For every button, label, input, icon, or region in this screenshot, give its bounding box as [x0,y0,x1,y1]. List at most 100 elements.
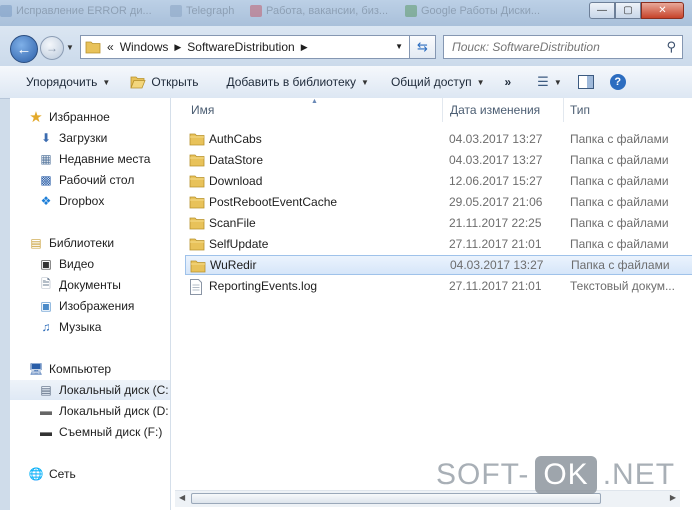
navigation-bar: ← → ▼ « Windows ▶ SoftwareDistribution ▶… [0,26,692,66]
table-row[interactable]: DataStore 04.03.2017 13:27 Папка с файлами [185,150,692,170]
file-date: 27.11.2017 21:01 [449,279,542,293]
forward-button[interactable]: → [40,36,64,60]
search-box[interactable]: ⚲ [443,35,683,59]
file-name[interactable]: ReportingEvents.log [209,279,317,293]
file-name[interactable]: SelfUpdate [209,237,268,251]
file-name[interactable]: Download [209,174,262,188]
table-row[interactable]: Download 12.06.2017 15:27 Папка с файлами [185,171,692,191]
minimize-button[interactable]: — [589,2,615,19]
view-options-button[interactable]: ☰ ▼ [529,70,570,94]
scroll-left-icon[interactable]: ◀ [179,493,185,502]
column-header-type[interactable]: Тип [564,98,692,122]
folder-icon [189,237,205,254]
nav-item-dropbox[interactable]: ❖ Dropbox [38,191,170,211]
file-type: Папка с файлами [570,132,669,146]
maximize-button[interactable]: ▢ [615,2,641,19]
folder-icon [189,174,205,191]
table-row[interactable]: AuthCabs 04.03.2017 13:27 Папка с файлами [185,129,692,149]
text-file-icon [189,279,203,298]
search-input[interactable] [450,39,664,55]
nav-item-pictures[interactable]: ▣ Изображения [38,296,170,316]
preview-pane-button[interactable] [570,70,602,94]
table-row[interactable]: SelfUpdate 27.11.2017 21:01 Папка с файлам… [185,234,692,254]
table-row[interactable]: PostRebootEventCache 29.05.2017 21:06 Папк… [185,192,692,212]
address-bar[interactable]: « Windows ▶ SoftwareDistribution ▶ ▼ [80,35,410,59]
navigation-pane: ★ Избранное ⬇ Загрузки ▦ Недавние места … [10,98,171,510]
breadcrumb-windows[interactable]: Windows [120,40,169,54]
background-tab[interactable]: Google Работы Диски... [405,3,555,19]
background-tab[interactable]: Исправление ERROR ди... [0,3,160,19]
nav-item-label: Dropbox [59,194,105,208]
tab-icon [170,5,182,17]
nav-item-desktop[interactable]: ▩ Рабочий стол [38,170,170,190]
title-bar: Исправление ERROR ди... Telegraph Работа… [0,0,692,26]
file-name[interactable]: WuRedir [210,258,256,272]
organize-label: Упорядочить [26,75,98,89]
background-tab[interactable]: Telegraph [170,3,245,19]
chevron-down-icon: ▼ [102,77,111,87]
nav-item-local-disk-d[interactable]: ▬ Локальный диск (D: [38,401,170,421]
star-icon: ★ [29,109,43,126]
column-header-date[interactable]: Дата изменения [444,98,564,122]
table-row[interactable]: WuRedir 04.03.2017 13:27 Папка с файлами [185,255,692,275]
nav-libraries-label: Библиотеки [49,236,115,250]
file-type: Папка с файлами [570,195,669,209]
open-button[interactable]: Открыть [122,70,206,94]
file-name[interactable]: ScanFile [209,216,256,230]
arrow-right-icon: → [46,41,58,55]
network-icon: 🌐 [28,467,44,481]
file-list: ▲ Имя Дата изменения Тип AuthCabs 04.03.2… [171,98,692,510]
help-icon: ? [609,74,626,90]
nav-network[interactable]: 🌐 Сеть [28,464,170,484]
column-headers: ▲ Имя Дата изменения Тип [171,98,692,122]
more-commands-button[interactable]: » [496,70,519,94]
nav-libraries[interactable]: ▤ Библиотеки [28,233,170,253]
share-label: Общий доступ [390,75,472,89]
nav-favorites[interactable]: ★ Избранное [28,107,170,127]
add-to-library-button[interactable]: Добавить в библиотеку ▼ [218,70,376,94]
column-header-name[interactable]: Имя [185,98,443,122]
nav-computer-label: Компьютер [49,362,112,376]
help-button[interactable]: ? [602,70,634,94]
computer-icon: 🖥 [28,362,44,376]
share-button[interactable]: Общий доступ ▼ [383,70,493,94]
scroll-right-icon[interactable]: ▶ [670,493,676,502]
nav-item-label: Документы [59,278,121,292]
nav-item-label: Недавние места [59,152,151,166]
chevron-right-icon[interactable]: ▶ [174,42,181,53]
system-drive-icon: ▤ [40,383,52,397]
scrollbar-thumb[interactable] [191,493,601,504]
organize-button[interactable]: Упорядочить ▼ [18,70,118,94]
nav-item-recent-places[interactable]: ▦ Недавние места [38,149,170,169]
address-dropdown-icon[interactable]: ▼ [395,42,403,51]
back-button[interactable]: ← [10,35,38,63]
watermark-middle: OK [535,456,597,494]
file-date: 27.11.2017 21:01 [449,237,542,251]
nav-computer[interactable]: 🖥 Компьютер [28,359,170,379]
nav-item-label: Локальный диск (C: [59,383,169,397]
search-icon[interactable]: ⚲ [666,39,676,55]
nav-item-removable-disk-f[interactable]: ▬ Съемный диск (F:) [38,422,170,442]
background-tab[interactable]: Работа, вакансии, биз... [250,3,395,19]
arrow-left-icon: ← [16,40,32,58]
nav-item-local-disk-c[interactable]: ▤ Локальный диск (C: [10,380,170,400]
table-row[interactable]: ReportingEvents.log 27.11.2017 21:01 Текст… [185,276,692,296]
close-button[interactable]: ✕ [641,2,684,19]
nav-item-downloads[interactable]: ⬇ Загрузки [38,128,170,148]
nav-item-music[interactable]: ♫ Музыка [38,317,170,337]
chevron-right-icon[interactable]: ▶ [301,42,308,53]
refresh-button[interactable]: ⇆ [410,35,436,59]
address-overflow[interactable]: « [107,40,114,54]
file-name[interactable]: AuthCabs [209,132,262,146]
chevron-down-icon: ▼ [553,77,562,87]
nav-item-documents[interactable]: 🗎 Документы [38,275,170,295]
tab-icon [405,5,417,17]
file-name[interactable]: PostRebootEventCache [209,195,337,209]
open-label: Открыть [151,75,199,89]
recent-pages-dropdown[interactable]: ▼ [66,43,74,52]
breadcrumb-softwaredistribution[interactable]: SoftwareDistribution [187,40,294,54]
file-name[interactable]: DataStore [209,153,263,167]
nav-item-video[interactable]: ▣ Видео [38,254,170,274]
folder-icon [190,259,206,276]
table-row[interactable]: ScanFile 21.11.2017 22:25 Папка с файлами [185,213,692,233]
